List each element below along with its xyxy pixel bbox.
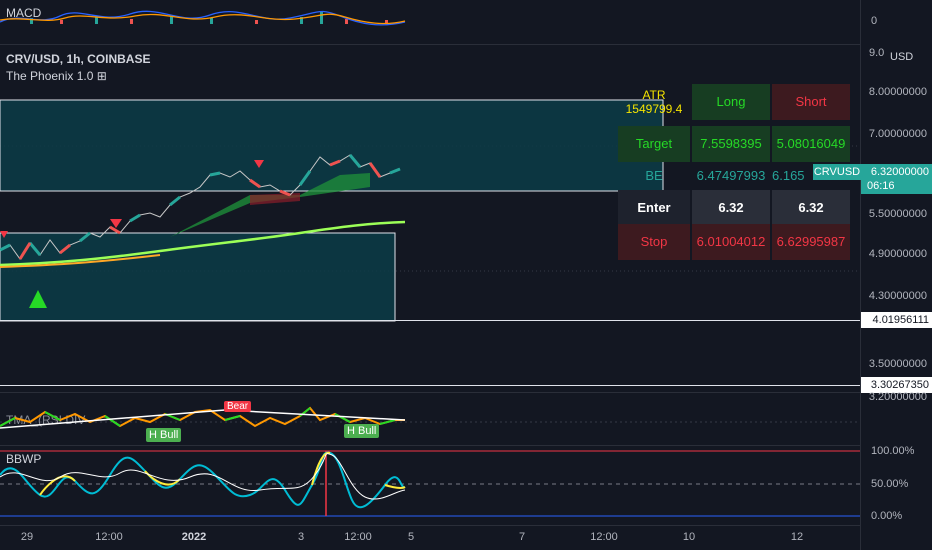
time-label-1200-b: 12:00 <box>344 531 372 543</box>
tma-plot <box>0 406 860 429</box>
price-tick-3-2: 3.20000000 <box>868 391 927 403</box>
time-axis[interactable] <box>0 525 860 550</box>
macd-plot <box>0 10 406 26</box>
be-short-value: 6.165 <box>772 168 805 183</box>
atr-label: ATR <box>642 88 666 102</box>
price-tick-7: 7.00000000 <box>868 128 927 140</box>
macd-pane[interactable]: MACD <box>0 0 860 45</box>
price-tick-4-9: 4.90000000 <box>868 248 927 260</box>
time-label-1200-c: 12:00 <box>590 531 618 543</box>
level-line-b[interactable] <box>0 385 860 386</box>
divergence-line-2 <box>224 409 406 421</box>
bbwp-plot <box>0 450 860 517</box>
current-symbol: CRVUSD <box>813 166 861 178</box>
hbull-signal-badge-2: H Bull <box>344 424 380 438</box>
enter-short-value: 6.32 <box>772 190 850 226</box>
price-tick-3-5: 3.50000000 <box>868 358 927 370</box>
bear-signal-badge: Bear <box>224 401 252 412</box>
target-zone-box <box>0 99 664 192</box>
target-short-value: 5.08016049 <box>772 126 850 162</box>
time-label-3: 3 <box>297 531 305 543</box>
time-label-2022: 2022 <box>181 531 207 543</box>
short-header: Short <box>772 84 850 120</box>
price-tick-8: 8.00000000 <box>868 86 927 98</box>
current-symbol-badge: CRVUSD <box>813 164 861 180</box>
atr-value: 1549799.4 <box>625 102 683 116</box>
bar-countdown: 06:16 <box>867 180 895 192</box>
current-price: 6.32000000 <box>870 166 929 178</box>
hbull-signal-badge-1: H Bull <box>146 428 182 442</box>
stop-short-value: 6.62995987 <box>772 224 850 260</box>
time-label-5: 5 <box>407 531 415 543</box>
bbwp-tick-50: 50.00% <box>871 478 909 490</box>
time-label-7: 7 <box>518 531 526 543</box>
time-label-10: 10 <box>682 531 696 543</box>
price-tick-5-5: 5.50000000 <box>868 208 927 220</box>
be-label: BE <box>645 168 663 183</box>
bbwp-line-warm <box>39 452 406 496</box>
price-tick-4-3: 4.30000000 <box>868 290 927 302</box>
price-axis[interactable]: 0 9.0 USD 8.00000000 7.00000000 CRVUSD 6… <box>813 0 932 550</box>
tradingview-chart[interactable]: MACD CRV/USD, 1h, COINBASE The Phoenix 1… <box>0 0 932 550</box>
current-price-badge: 6.32000000 06:16 <box>861 164 932 194</box>
time-label-12: 12 <box>790 531 804 543</box>
currency-label[interactable]: USD <box>887 50 917 64</box>
time-label-1200-a: 12:00 <box>95 531 123 543</box>
enter-long-value: 6.32 <box>692 190 770 226</box>
enter-label: Enter <box>618 190 690 226</box>
bbwp-tick-0: 0.00% <box>871 510 903 522</box>
red-cloud <box>250 193 300 205</box>
target-label: Target <box>618 126 690 162</box>
level-a-label[interactable]: 4.01956111 <box>861 312 932 328</box>
target-long-value: 7.5598395 <box>692 126 770 162</box>
macd-zero-label: 0 <box>871 15 878 27</box>
long-header: Long <box>692 84 770 120</box>
price-tick-9: 9.0 <box>869 47 885 59</box>
stop-label: Stop <box>618 224 690 260</box>
atr-cell: ATR 1549799.4 <box>618 84 690 120</box>
stop-long-value: 6.01004012 <box>692 224 770 260</box>
be-long-value: 6.47497993 <box>696 168 766 183</box>
level-line-a[interactable] <box>0 320 860 321</box>
bbwp-line <box>0 451 406 509</box>
bbwp-tick-100: 100.00% <box>871 445 915 457</box>
time-label-29: 29 <box>20 531 34 543</box>
